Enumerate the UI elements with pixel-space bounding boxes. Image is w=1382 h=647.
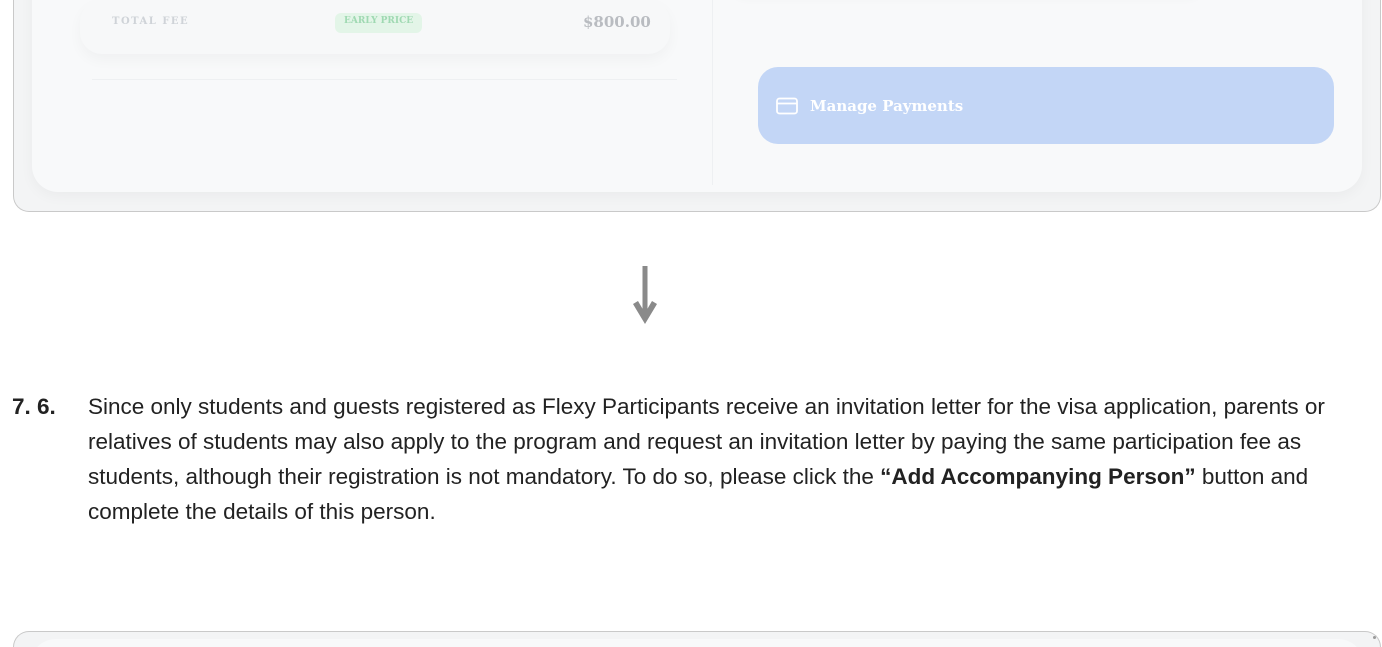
next-screenshot-panel	[30, 639, 1364, 647]
column-divider	[712, 0, 713, 185]
payment-screenshot-frame: TOTAL FEE EARLY PRICE $800.00 Manage Pay…	[13, 0, 1381, 212]
total-fee-amount: $800.00	[583, 13, 651, 31]
arrow-down-icon	[633, 266, 657, 324]
next-screenshot-frame	[13, 631, 1381, 647]
manage-payments-button[interactable]: Manage Payments	[758, 67, 1334, 144]
total-fee-label: TOTAL FEE	[112, 16, 190, 27]
document-page: TOTAL FEE EARLY PRICE $800.00 Manage Pay…	[0, 0, 1382, 647]
total-fee-row: TOTAL FEE EARLY PRICE $800.00	[80, 0, 670, 54]
early-price-badge: EARLY PRICE	[335, 13, 423, 33]
credit-card-icon	[776, 97, 798, 114]
step-text: Since only students and guests registere…	[88, 389, 1380, 529]
add-accompanying-person-reference: “Add Accompanying Person”	[880, 464, 1196, 489]
fee-divider	[92, 79, 677, 80]
payment-panel: TOTAL FEE EARLY PRICE $800.00 Manage Pay…	[32, 0, 1362, 192]
step-number: 7. 6.	[12, 394, 56, 419]
resize-handle	[1373, 636, 1376, 639]
manage-payments-label: Manage Payments	[810, 96, 964, 115]
